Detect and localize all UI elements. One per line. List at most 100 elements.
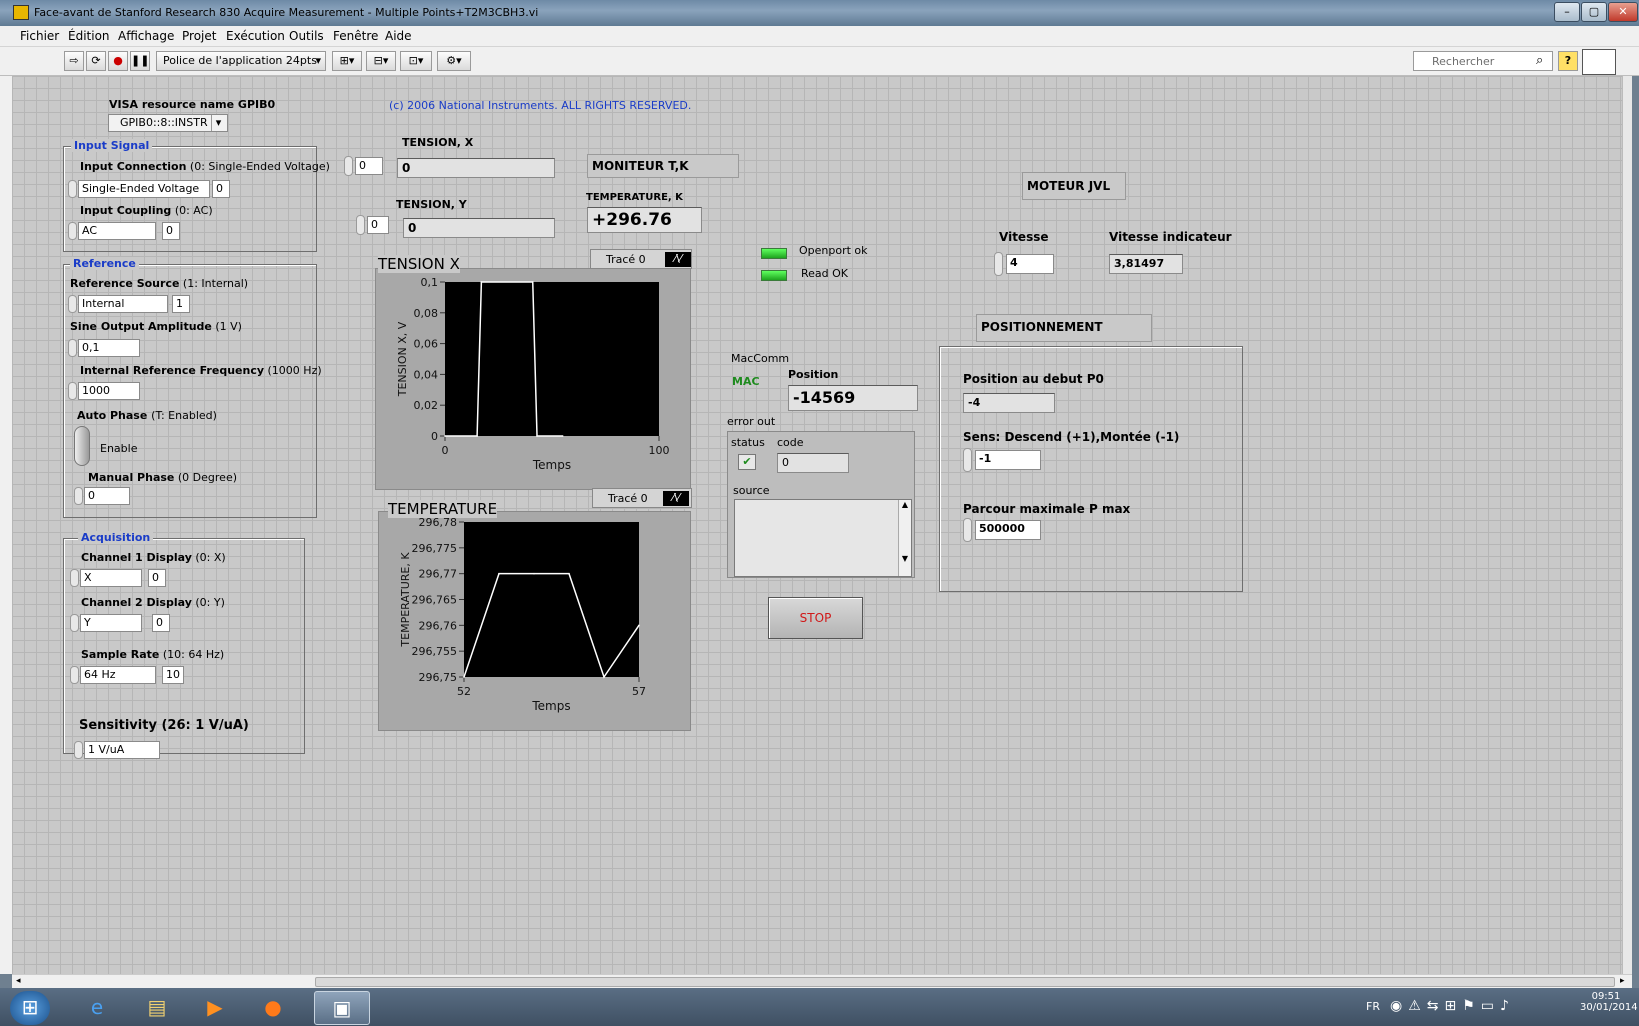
internal-frequency-input[interactable]: 1000 xyxy=(78,382,140,400)
tension-x-index-stepper[interactable] xyxy=(344,156,353,176)
run-continuously-icon[interactable]: ⟳ xyxy=(86,51,106,71)
internet-explorer-icon[interactable]: e xyxy=(74,991,120,1025)
scroll-right-icon[interactable]: ▸ xyxy=(1620,976,1625,986)
sine-amplitude-stepper[interactable] xyxy=(68,339,77,357)
sample-rate-ring[interactable]: 64 Hz xyxy=(80,666,156,684)
internal-frequency-stepper[interactable] xyxy=(68,382,77,400)
pmax-stepper[interactable] xyxy=(963,518,972,542)
search-icon[interactable]: ⌕ xyxy=(1536,53,1543,68)
manual-phase-input[interactable]: 0 xyxy=(84,487,130,505)
menu-fenetre[interactable]: Fenêtre xyxy=(333,29,378,43)
reference-source-stepper[interactable] xyxy=(68,295,77,313)
align-objects-icon[interactable]: ⊞▾ xyxy=(332,51,362,71)
font-selector[interactable]: Police de l'application 24pts ▾ xyxy=(156,51,326,71)
stop-button[interactable]: STOP xyxy=(768,597,863,639)
sine-amplitude-label: Sine Output Amplitude (1 V) xyxy=(70,320,242,333)
menu-fichier[interactable]: Fichier xyxy=(20,29,59,43)
tension-x-data-point xyxy=(444,435,446,437)
read-ok-label: Read OK xyxy=(801,267,849,280)
temperature-ylabel: TEMPERATURE, K xyxy=(399,552,412,648)
input-connection-ring[interactable]: Single-Ended Voltage xyxy=(78,180,210,198)
tension-x-label: TENSION, X xyxy=(402,136,474,149)
menu-affichage[interactable]: Affichage xyxy=(118,29,174,43)
tension-x-legend[interactable]: Tracé 0 ⁄\⁄ xyxy=(590,249,692,269)
sensitivity-ring[interactable]: 1 V/uA xyxy=(84,741,160,759)
temperature-legend[interactable]: Tracé 0 ⁄\⁄ xyxy=(592,488,692,508)
error-source-textbox[interactable]: ▲ ▼ xyxy=(734,499,912,577)
reference-source-label: Reference Source (1: Internal) xyxy=(70,277,248,290)
abort-icon[interactable]: ● xyxy=(108,51,128,71)
tension-x-plot[interactable]: 0 0,02 0,04 0,06 0,08 0,1 0 100 Temps TENSION X, … xyxy=(376,269,692,491)
tension-x-xtick-label: 0 xyxy=(442,444,449,457)
scroll-left-icon[interactable]: ◂ xyxy=(16,976,21,986)
source-scrollbar[interactable]: ▲ ▼ xyxy=(898,500,911,576)
temperature-data-point xyxy=(603,676,605,678)
left-gutter xyxy=(0,76,12,974)
input-coupling-ring[interactable]: AC xyxy=(78,222,156,240)
firefox-icon[interactable]: ● xyxy=(250,991,296,1025)
menu-outils[interactable]: Outils xyxy=(289,29,324,43)
channel1-label: Channel 1 Display (0: X) xyxy=(81,551,226,564)
system-tray-icons[interactable]: ◉⚠⇆⊞⚑▭♪ xyxy=(1390,998,1515,1014)
search-input[interactable]: Rechercher xyxy=(1432,55,1494,68)
sensitivity-stepper[interactable] xyxy=(74,741,83,759)
menu-edition[interactable]: Édition xyxy=(68,29,110,43)
run-arrow-icon[interactable]: ⇨ xyxy=(64,51,84,71)
file-explorer-icon[interactable]: ▤ xyxy=(134,991,180,1025)
language-indicator[interactable]: FR xyxy=(1366,1000,1380,1013)
media-player-icon[interactable]: ▶ xyxy=(192,991,238,1025)
channel1-ring[interactable]: X xyxy=(80,569,142,587)
menu-execution[interactable]: Exécution xyxy=(226,29,285,43)
scroll-thumb[interactable] xyxy=(315,977,1615,987)
sample-rate-stepper[interactable] xyxy=(70,666,79,684)
minimize-button[interactable]: – xyxy=(1554,2,1580,22)
vertical-scrollbar[interactable] xyxy=(1622,76,1632,974)
tension-y-index-stepper[interactable] xyxy=(356,215,365,235)
channel1-stepper[interactable] xyxy=(70,569,79,587)
input-coupling-index: 0 xyxy=(162,222,180,240)
start-button-icon[interactable]: ⊞ xyxy=(10,991,50,1025)
maximize-button[interactable]: ▢ xyxy=(1581,2,1607,22)
chevron-down-icon[interactable]: ▾ xyxy=(211,115,225,131)
vitesse-stepper[interactable] xyxy=(994,252,1003,276)
clock-date: 30/01/2014 xyxy=(1580,1002,1638,1013)
acquisition-title: Acquisition xyxy=(78,531,154,544)
tension-y-index[interactable]: 0 xyxy=(367,216,389,234)
tension-x-ytick-label: 0,1 xyxy=(421,276,439,289)
reorder-icon[interactable]: ⚙▾ xyxy=(437,51,471,71)
pause-icon[interactable]: ❚❚ xyxy=(130,51,150,71)
clock[interactable]: 09:51 30/01/2014 xyxy=(1580,991,1638,1013)
mac-status: MAC xyxy=(732,375,760,388)
manual-phase-stepper[interactable] xyxy=(74,487,83,505)
input-coupling-stepper[interactable] xyxy=(68,222,77,240)
channel2-label: Channel 2 Display (0: Y) xyxy=(81,596,225,609)
vitesse-input[interactable]: 4 xyxy=(1006,254,1054,274)
resize-objects-icon[interactable]: ⊡▾ xyxy=(400,51,432,71)
internal-frequency-label: Internal Reference Frequency (1000 Hz) xyxy=(80,364,322,377)
menu-aide[interactable]: Aide xyxy=(385,29,412,43)
auto-phase-toggle[interactable] xyxy=(74,426,90,466)
menu-projet[interactable]: Projet xyxy=(182,29,216,43)
input-connection-stepper[interactable] xyxy=(68,180,77,198)
visa-resource-control[interactable]: GPIB0::8::INSTR ▾ xyxy=(108,114,228,132)
tension-x-index[interactable]: 0 xyxy=(355,157,383,175)
search-box[interactable]: Rechercher ⌕ xyxy=(1413,51,1553,71)
temperature-plot[interactable]: 296,75 296,755 296,76 296,765 296,77 296,775 2… xyxy=(379,512,692,732)
error-out-label: error out xyxy=(727,415,776,428)
manual-phase-name: Manual Phase xyxy=(88,471,175,484)
positionnement-title: POSITIONNEMENT xyxy=(976,314,1152,342)
openport-label: Openport ok xyxy=(799,244,868,257)
reference-source-ring[interactable]: Internal xyxy=(78,295,168,313)
horizontal-scrollbar[interactable]: ◂ ▸ xyxy=(12,974,1632,988)
sine-amplitude-input[interactable]: 0,1 xyxy=(78,339,140,357)
help-icon[interactable]: ? xyxy=(1558,51,1578,71)
pmax-input[interactable]: 500000 xyxy=(975,520,1041,540)
sens-stepper[interactable] xyxy=(963,448,972,472)
channel2-stepper[interactable] xyxy=(70,614,79,632)
close-button[interactable]: ✕ xyxy=(1608,2,1638,22)
channel2-ring[interactable]: Y xyxy=(80,614,142,632)
temperature-data-point xyxy=(638,624,640,627)
sens-input[interactable]: -1 xyxy=(975,450,1041,470)
labview-taskbar-icon[interactable]: ▣ xyxy=(314,991,370,1025)
distribute-objects-icon[interactable]: ⊟▾ xyxy=(366,51,396,71)
